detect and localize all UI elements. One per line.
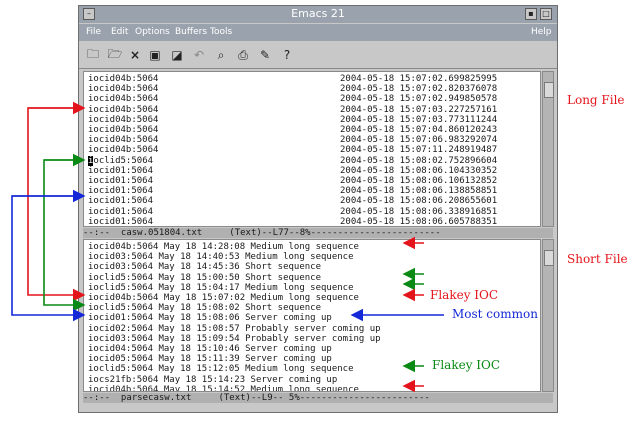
green-connector-arrow	[43, 159, 86, 312]
flakey-ioc-label-2: Flakey IOC	[432, 358, 501, 372]
short-file-label: Short File	[567, 252, 628, 266]
long-file-label: Long File	[567, 93, 625, 107]
flakey-ioc-label-1: Flakey IOC	[430, 288, 499, 302]
most-common-label: Most common	[452, 307, 538, 321]
annotation-arrows	[11, 101, 444, 393]
red-connector-arrow	[27, 107, 86, 302]
blue-connector-arrow	[11, 195, 86, 322]
